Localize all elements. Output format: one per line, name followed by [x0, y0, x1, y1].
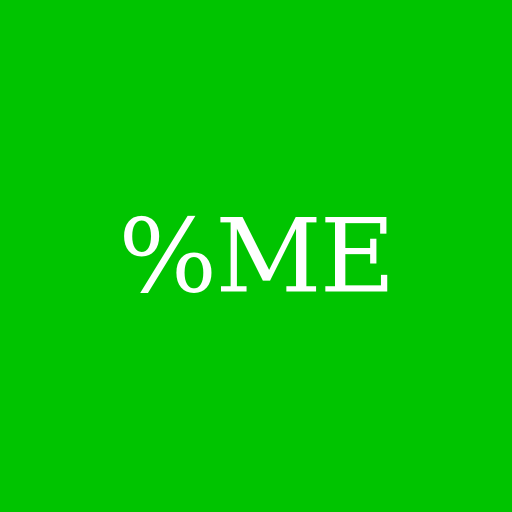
- app-logo-text: %ME: [118, 196, 395, 316]
- app-icon-tile: %ME: [0, 0, 512, 512]
